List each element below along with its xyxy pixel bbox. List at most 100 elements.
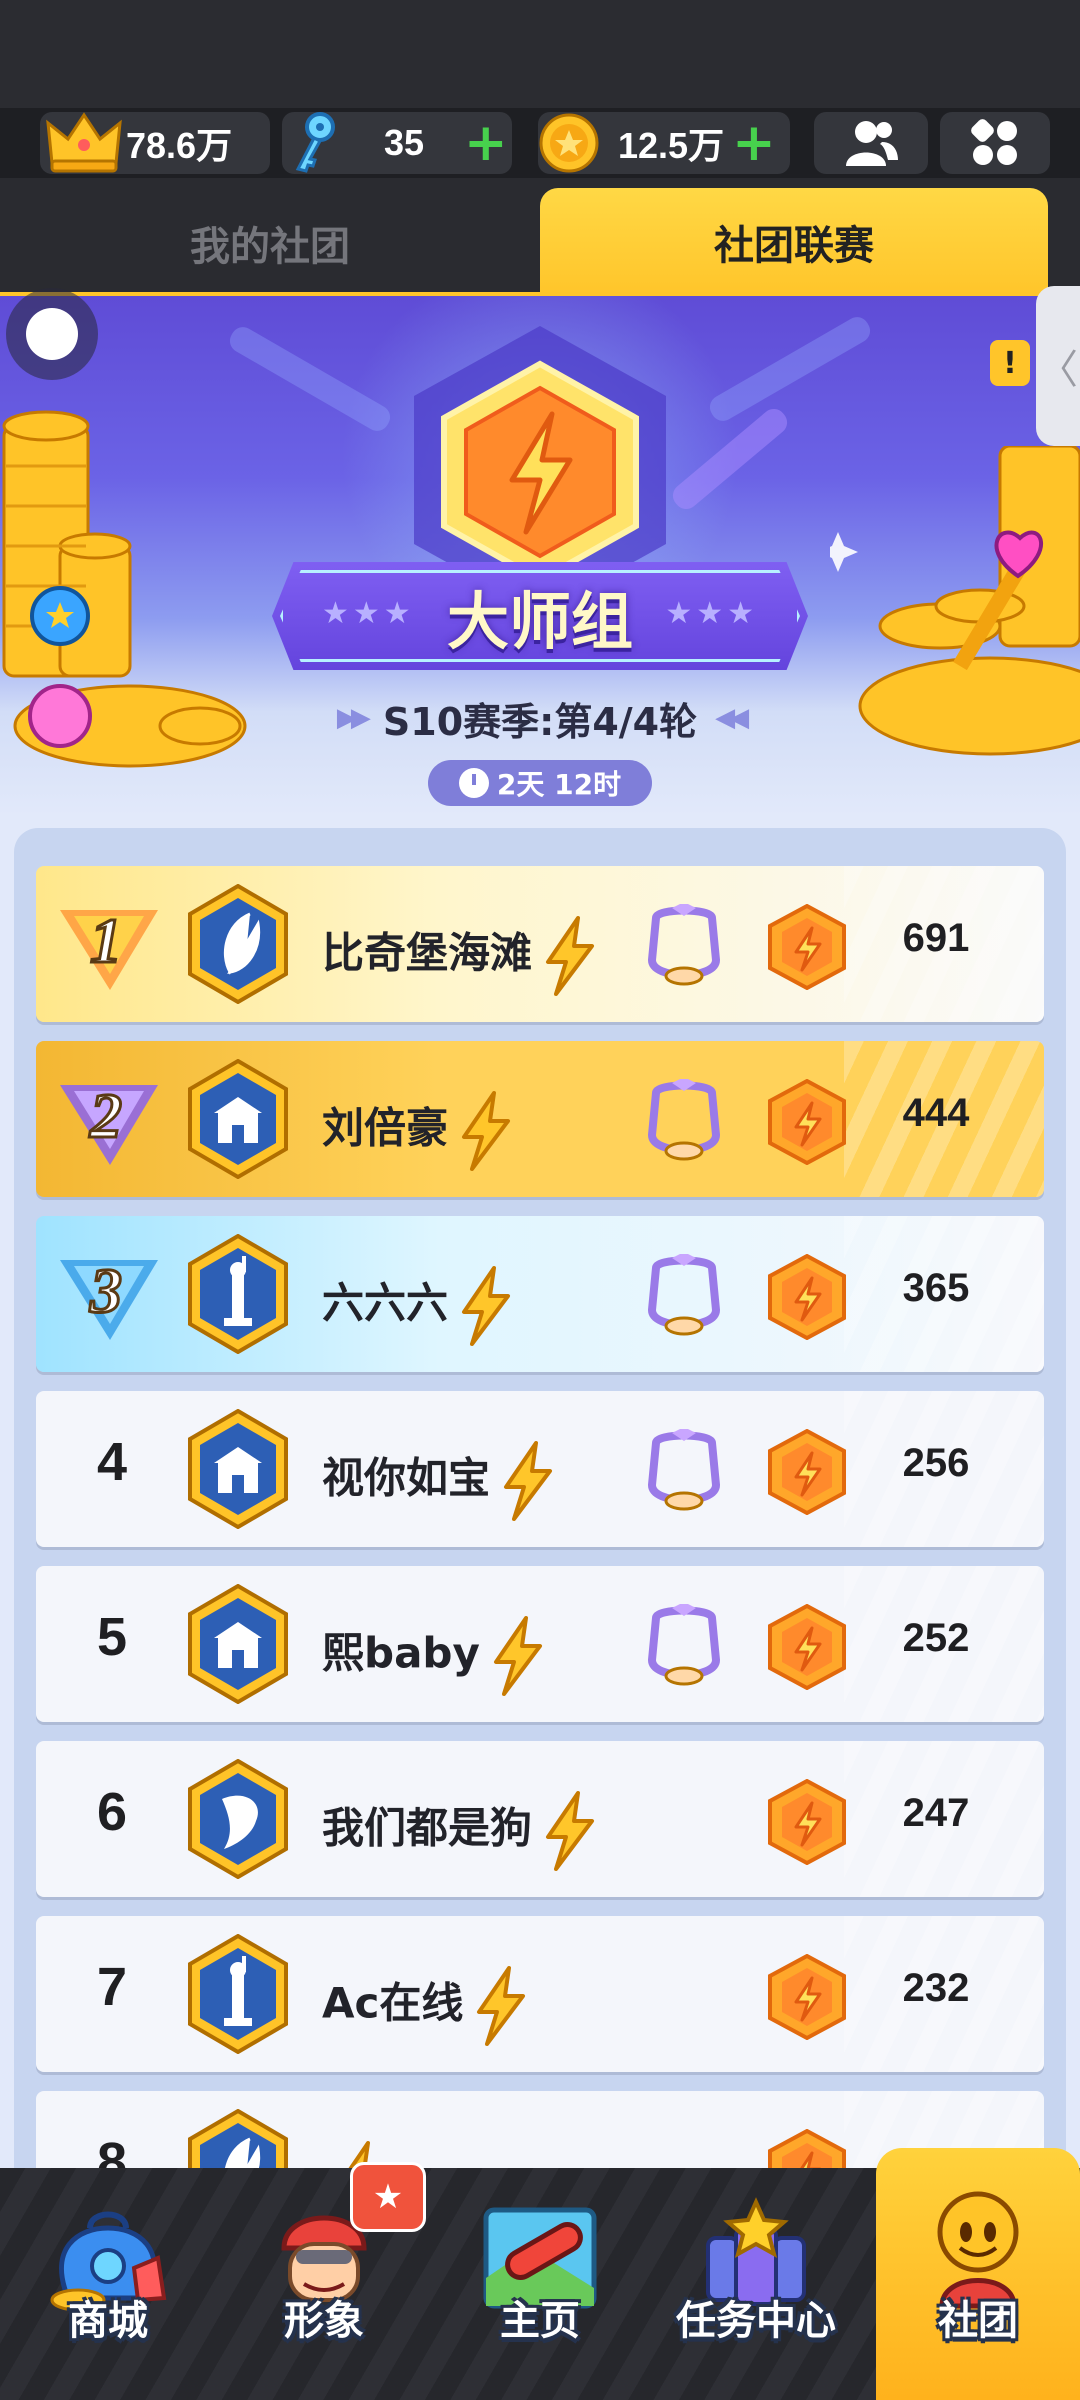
nav-shop[interactable]: 商城 [0, 2168, 216, 2400]
arrow-right-icon: ▶▶ [336, 703, 371, 733]
season-info: ▶▶ S10赛季:第4/4轮 ◀◀ [0, 690, 1080, 746]
nav-home-label: 主页 [500, 2298, 580, 2344]
club-score: 691 [902, 916, 970, 960]
tier-banner: ★★★ 大师组 ★★★ [272, 562, 808, 670]
club-name: 我们都是狗 [322, 1803, 533, 1853]
profile-button[interactable] [6, 288, 98, 380]
club-rank-row[interactable]: 5 熙baby 252 [36, 1566, 1044, 1722]
nav-tasks-label: 任务中心 [676, 2298, 836, 2344]
club-rank-row[interactable]: 4 视你如宝 256 [36, 1391, 1044, 1547]
arrow-left-icon: ◀◀ [715, 703, 749, 733]
menu-button[interactable] [940, 112, 1050, 174]
hero-ray [705, 312, 875, 426]
league-points-icon [768, 1429, 846, 1515]
add-coins-button[interactable]: + [732, 117, 776, 169]
club-badge-icon [188, 1234, 288, 1354]
club-score: 247 [902, 1791, 970, 1835]
club-tabs: 我的社团 社团联赛 [0, 178, 1080, 298]
alert-button[interactable]: ! [990, 340, 1030, 386]
tab-club-league[interactable]: 社团联赛 [540, 188, 1048, 296]
club-score: 256 [902, 1441, 970, 1485]
bottom-nav: 商城 形象 主页 任务中心 社团 [0, 2148, 1080, 2400]
club-name-wrap: 比奇堡海滩 [322, 916, 598, 996]
club-rank-row[interactable]: 6 我们都是狗 247 [36, 1741, 1044, 1897]
s10-frame-icon [647, 1079, 721, 1161]
club-name-wrap: 刘倍豪 [322, 1091, 514, 1171]
crown-icon [46, 112, 122, 173]
club-badge-icon [188, 1584, 288, 1704]
rank-number: 2 [89, 1080, 122, 1151]
nav-club-label: 社团 [938, 2298, 1018, 2344]
rank-number: 4 [96, 1432, 128, 1492]
club-score: 232 [902, 1966, 970, 2010]
s10-frame-icon [647, 904, 721, 986]
tier-stars-right: ★★★ [665, 596, 758, 631]
status-bar [0, 0, 1080, 108]
rank-number: 1 [90, 905, 122, 976]
rank-number: 3 [89, 1255, 122, 1326]
ranking-list[interactable]: 1 比奇堡海滩 691 2 刘倍豪 444 3 六六六 365 4 视你如宝 256 5 熙baby 252… [0, 816, 1080, 2247]
league-points-icon [768, 1254, 846, 1340]
club-rank-row[interactable]: 1 比奇堡海滩 691 [36, 866, 1044, 1022]
s10-frame-icon [647, 1604, 721, 1686]
league-points-icon [768, 1079, 846, 1165]
nav-home[interactable]: 主页 [432, 2168, 648, 2400]
tab-my-club[interactable]: 我的社团 [0, 190, 540, 296]
league-points-icon [768, 1954, 846, 2040]
coin-count: 12.5万 [618, 125, 725, 166]
key-counter[interactable]: 35 + [282, 112, 512, 174]
friends-icon [846, 121, 898, 166]
club-name-wrap: 熙baby [322, 1616, 546, 1696]
key-count: 35 [384, 122, 425, 163]
bolt-icon [546, 1791, 595, 1871]
nav-shop-label: 商城 [68, 2298, 148, 2344]
coin-counter[interactable]: 12.5万 + [538, 112, 790, 174]
season-text: S10赛季:第4/4轮 [382, 699, 698, 744]
calendar-icon[interactable]: ★ [350, 2162, 426, 2232]
nav-club[interactable]: 社团 [876, 2148, 1080, 2400]
currency-bar: 78.6万 35 + 12.5万 + [0, 108, 1080, 178]
nav-tasks[interactable]: 任务中心 [648, 2168, 864, 2400]
timer-text: 2天 12时 [496, 768, 622, 801]
club-rank-row[interactable]: 2 刘倍豪 444 [36, 1041, 1044, 1197]
s10-frame-icon [647, 1254, 721, 1336]
club-score: 365 [902, 1266, 970, 1310]
bolt-icon [546, 916, 595, 996]
rank-medal-icon: 2 [60, 1079, 158, 1165]
rank-medal-icon: 1 [60, 904, 158, 990]
bolt-icon [504, 1441, 553, 1521]
crown-counter[interactable]: 78.6万 [40, 112, 270, 174]
club-rank-row[interactable]: 3 六六六 365 [36, 1216, 1044, 1372]
club-name-wrap: 六六六 [322, 1266, 514, 1346]
season-timer: 2天 12时 [428, 760, 652, 806]
nav-look-label: 形象 [284, 2298, 364, 2344]
side-panel-handle[interactable]: 〈 [1036, 286, 1080, 446]
club-name-wrap: Ac在线 [322, 1966, 529, 2046]
league-points-icon [768, 1604, 846, 1690]
club-score: 252 [902, 1616, 970, 1660]
club-name: 比奇堡海滩 [322, 928, 533, 978]
club-badge-icon [188, 1934, 288, 2054]
coin-icon [539, 113, 599, 173]
club-rank-row[interactable]: 7 Ac在线 232 [36, 1916, 1044, 2072]
menu-grid-icon [971, 119, 1017, 165]
club-name: 六六六 [322, 1278, 449, 1328]
key-icon [295, 112, 335, 173]
crown-count: 78.6万 [126, 125, 233, 166]
timer-icon [458, 768, 489, 798]
rank-medal-icon: 3 [60, 1254, 158, 1340]
bolt-icon [493, 1616, 542, 1696]
tier-stars-left: ★★★ [322, 596, 415, 631]
league-points-icon [768, 1779, 846, 1865]
club-badge-icon [188, 1059, 288, 1179]
friends-button[interactable] [814, 112, 928, 174]
club-badge-icon [188, 1759, 288, 1879]
club-name-wrap: 视你如宝 [322, 1441, 556, 1521]
s10-frame-icon [647, 1429, 721, 1511]
league-points-icon [768, 904, 846, 990]
bolt-icon [462, 1091, 511, 1171]
bolt-icon [462, 1266, 511, 1346]
club-score: 444 [902, 1091, 970, 1135]
club-name: 熙baby [322, 1628, 480, 1678]
add-keys-button[interactable]: + [464, 117, 508, 169]
